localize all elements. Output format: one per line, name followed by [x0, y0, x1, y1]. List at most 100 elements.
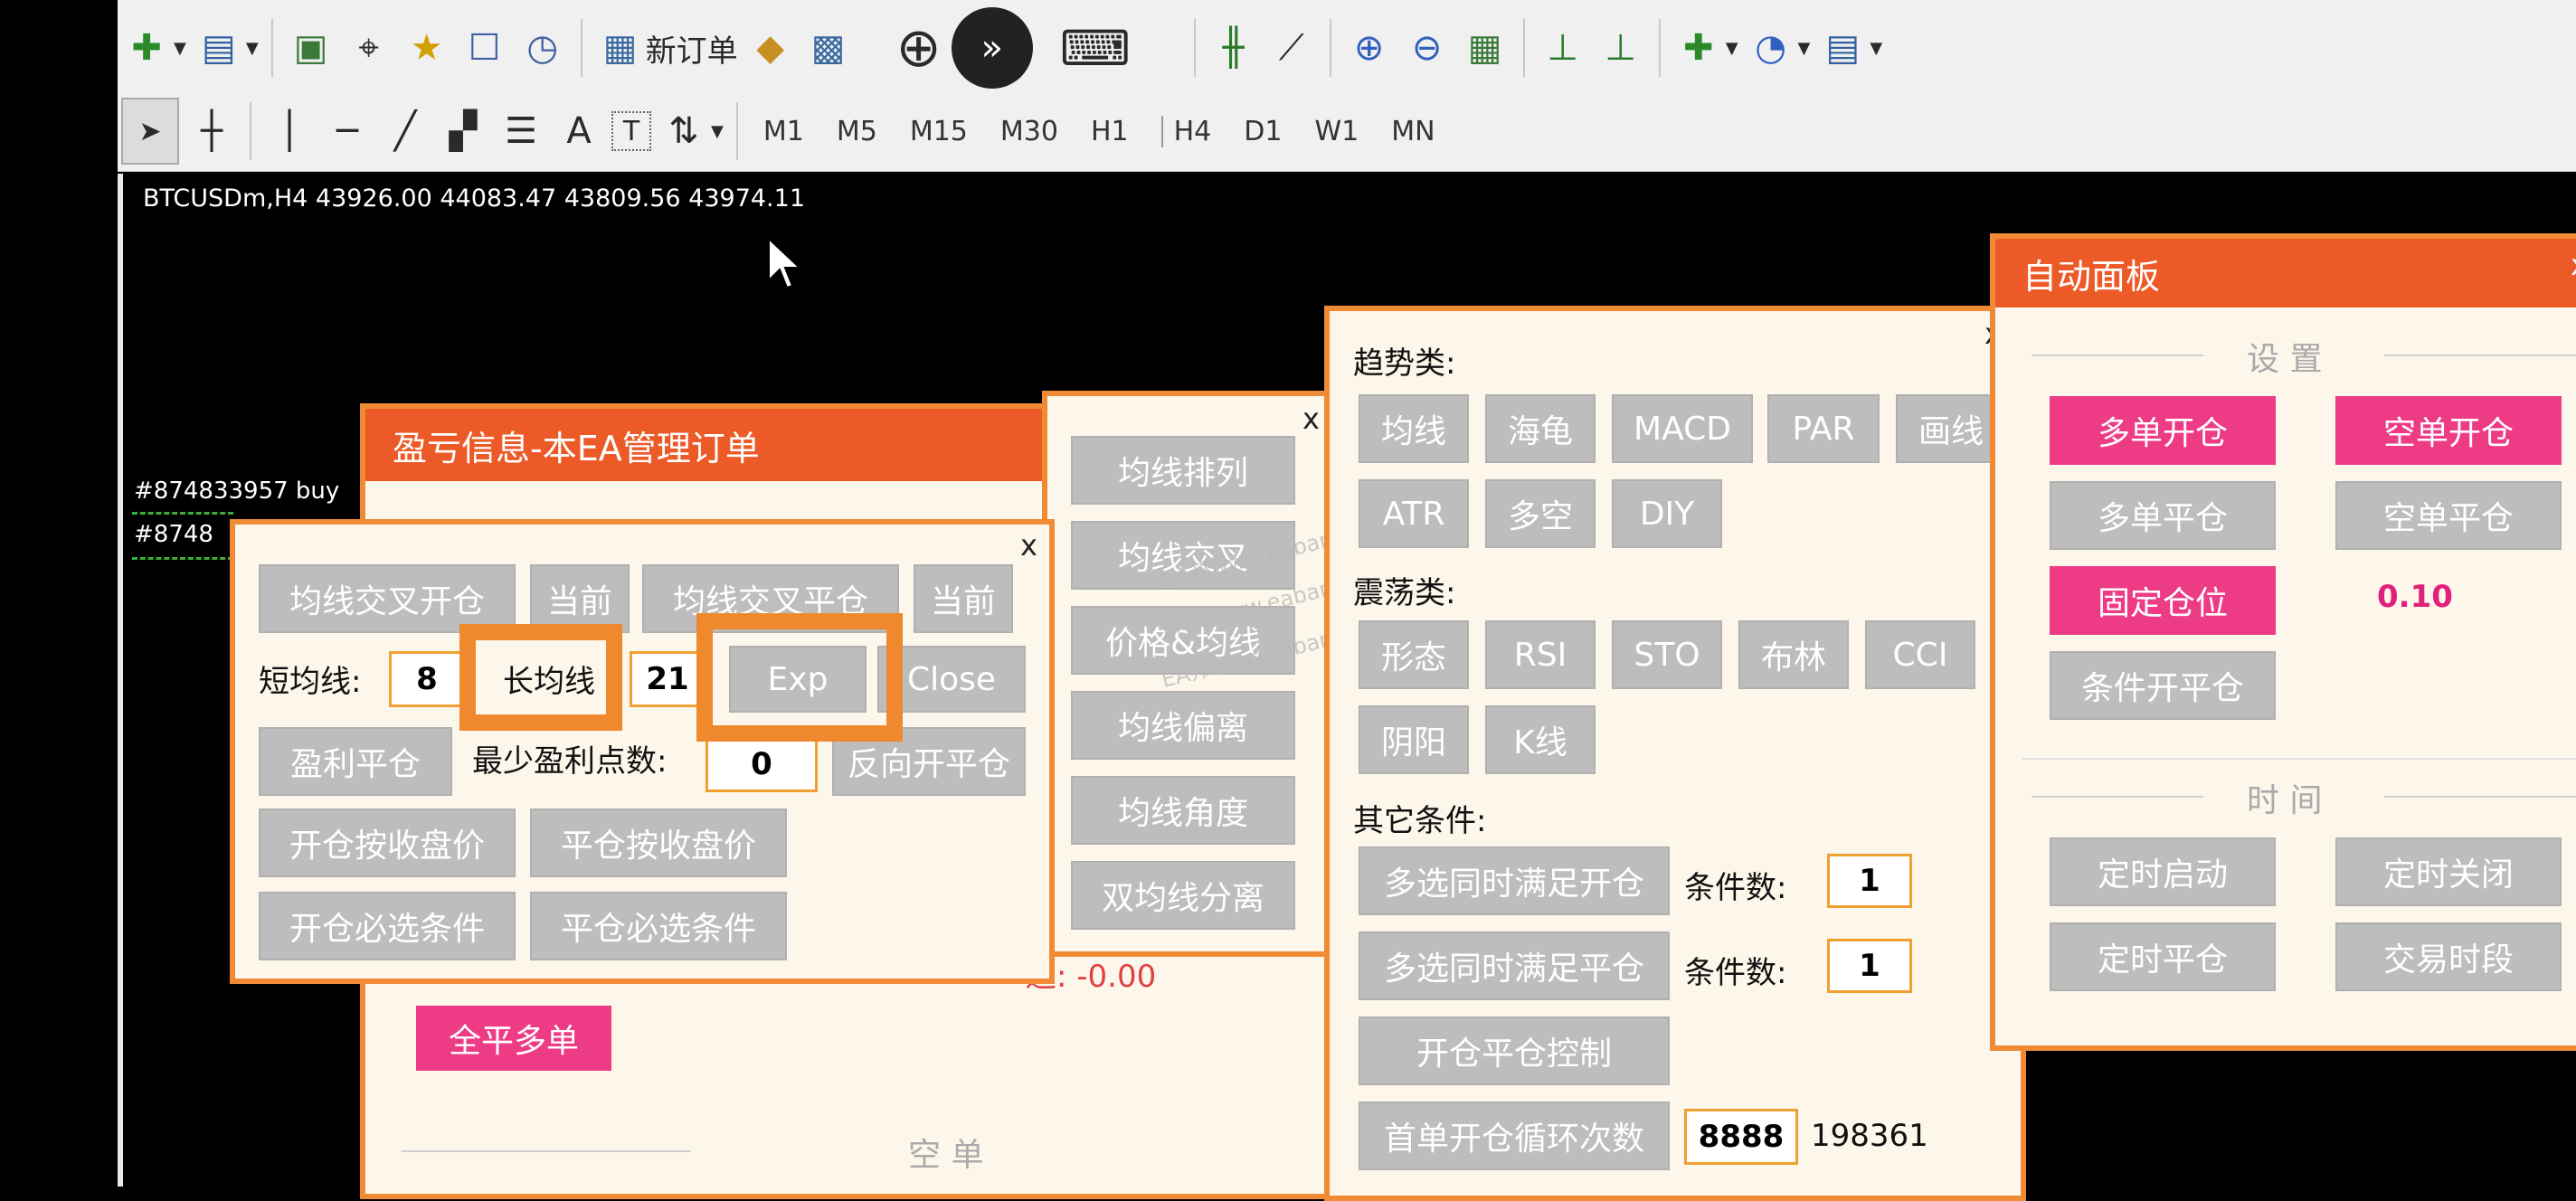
timeframe-m15[interactable]: M15: [910, 116, 968, 147]
market-watch-button[interactable]: ▣: [286, 16, 336, 80]
tile-windows-button[interactable]: ▦: [1460, 16, 1511, 80]
timer-close-button[interactable]: 定时平仓: [2050, 922, 2276, 991]
auto-panel-close-button[interactable]: x: [2571, 248, 2576, 282]
timeframe-m1[interactable]: M1: [763, 116, 804, 147]
open-required-condition-button[interactable]: 开仓必选条件: [259, 892, 516, 960]
trading-session-button[interactable]: 交易时段: [2335, 922, 2562, 991]
trend-atr-button[interactable]: ATR: [1359, 479, 1469, 548]
toolbar-separator: [1658, 19, 1661, 77]
zoom-overlay-button[interactable]: ⊕: [894, 16, 944, 80]
autoscroll-button[interactable]: ⊥: [1596, 16, 1646, 80]
ma-arrangement-button[interactable]: 均线排列: [1071, 436, 1295, 505]
timeframe-d1[interactable]: D1: [1244, 116, 1282, 147]
buy-close-button[interactable]: 多单平仓: [2050, 481, 2276, 550]
first-order-loop-button[interactable]: 首单开仓循环次数: [1359, 1102, 1670, 1170]
periods-button[interactable]: ◔ ▼: [1746, 16, 1811, 80]
ma-deviation-button[interactable]: 均线偏离: [1071, 691, 1295, 760]
dropdown-arrow-icon[interactable]: ▼: [1798, 39, 1811, 58]
osc-yinyang-button[interactable]: 阴阳: [1359, 705, 1469, 774]
sell-open-button[interactable]: 空单开仓: [2335, 396, 2562, 465]
ma-panel-close-button[interactable]: x: [1302, 402, 1320, 436]
trend-macd-button[interactable]: MACD: [1612, 394, 1753, 463]
fixed-lot-button[interactable]: 固定仓位: [2050, 566, 2276, 635]
crosshair-tool-button[interactable]: ┼: [186, 99, 237, 163]
timeframe-h1[interactable]: H1: [1091, 116, 1129, 147]
ma-angle-button[interactable]: 均线角度: [1071, 776, 1295, 845]
metaeditor-button[interactable]: ▩: [803, 16, 854, 80]
conditional-open-close-button[interactable]: 条件开平仓: [2050, 651, 2276, 720]
trend-ma-button[interactable]: 均线: [1359, 394, 1469, 463]
bar-chart-button[interactable]: ╫: [1208, 16, 1259, 80]
ma-cross-open-button[interactable]: 均线交叉开仓: [259, 564, 516, 633]
keyboard-overlay-button[interactable]: ⌨: [1055, 16, 1136, 80]
expert-advisors-button[interactable]: ◆: [745, 16, 796, 80]
trend-turtle-button[interactable]: 海龟: [1485, 394, 1596, 463]
remote-overlay-button[interactable]: »: [951, 7, 1033, 89]
cross-panel-close-button[interactable]: x: [1020, 528, 1037, 563]
timeframe-w1[interactable]: W1: [1314, 116, 1359, 147]
line-chart-button[interactable]: ⟋: [1266, 16, 1317, 80]
loop-count-input[interactable]: 8888: [1684, 1109, 1798, 1165]
sell-close-button[interactable]: 空单平仓: [2335, 481, 2562, 550]
dropdown-arrow-icon[interactable]: ▼: [711, 122, 724, 141]
profiles-button[interactable]: ▤ ▼: [194, 16, 259, 80]
trendline-button[interactable]: ╱: [380, 99, 431, 163]
terminal-button[interactable]: ☐: [459, 16, 510, 80]
zoom-in-button[interactable]: ⊕: [1344, 16, 1395, 80]
fibonacci-button[interactable]: ☰: [496, 99, 546, 163]
trend-longshort-button[interactable]: 多空: [1485, 479, 1596, 548]
text-button[interactable]: A: [554, 99, 604, 163]
vertical-line-button[interactable]: │: [264, 99, 315, 163]
condition-count-input-2[interactable]: 1: [1827, 939, 1912, 993]
text-label-button[interactable]: T: [611, 99, 651, 163]
open-close-control-button[interactable]: 开仓平仓控制: [1359, 1017, 1670, 1085]
trend-par-button[interactable]: PAR: [1767, 394, 1880, 463]
current-button-2[interactable]: 当前: [914, 564, 1013, 633]
timeframe-mn[interactable]: MN: [1391, 116, 1435, 147]
osc-rsi-button[interactable]: RSI: [1485, 620, 1596, 689]
new-order-button[interactable]: ▦ 新订单: [595, 16, 738, 80]
timeframe-h4[interactable]: H4: [1160, 115, 1211, 147]
templates-button[interactable]: ▤ ▼: [1817, 16, 1882, 80]
long-ma-input[interactable]: 21: [630, 651, 706, 707]
min-profit-input[interactable]: 0: [706, 736, 818, 792]
short-ma-input[interactable]: 8: [389, 651, 465, 707]
multi-close-button[interactable]: 多选同时满足平仓: [1359, 931, 1670, 1000]
horizontal-line-button[interactable]: ─: [322, 99, 373, 163]
close-required-condition-button[interactable]: 平仓必选条件: [530, 892, 787, 960]
cursor-tool-button[interactable]: ➤: [121, 98, 179, 165]
dropdown-arrow-icon[interactable]: ▼: [246, 39, 259, 58]
osc-pattern-button[interactable]: 形态: [1359, 620, 1469, 689]
osc-kline-button[interactable]: K线: [1485, 705, 1596, 774]
osc-cci-button[interactable]: CCI: [1865, 620, 1975, 689]
timer-stop-button[interactable]: 定时关闭: [2335, 837, 2562, 906]
buy-open-button[interactable]: 多单开仓: [2050, 396, 2276, 465]
condition-count-input-1[interactable]: 1: [1827, 854, 1912, 908]
equidistant-channel-button[interactable]: ▞: [438, 99, 488, 163]
chart-shift-button[interactable]: ⊥: [1538, 16, 1588, 80]
close-by-close-price-button[interactable]: 平仓按收盘价: [530, 809, 787, 877]
navigator-button[interactable]: ★: [402, 16, 452, 80]
current-button-1[interactable]: 当前: [530, 564, 630, 633]
timeframe-m30[interactable]: M30: [1000, 116, 1058, 147]
dropdown-arrow-icon[interactable]: ▼: [1726, 39, 1738, 58]
profit-close-button[interactable]: 盈利平仓: [259, 727, 452, 796]
dropdown-arrow-icon[interactable]: ▼: [1870, 39, 1882, 58]
dual-ma-separation-button[interactable]: 双均线分离: [1071, 861, 1295, 930]
open-by-close-price-button[interactable]: 开仓按收盘价: [259, 809, 516, 877]
close-all-buy-button[interactable]: 全平多单: [416, 1006, 611, 1071]
timeframe-m5[interactable]: M5: [837, 116, 877, 147]
timer-start-button[interactable]: 定时启动: [2050, 837, 2276, 906]
trend-diy-button[interactable]: DIY: [1612, 479, 1722, 548]
new-chart-button[interactable]: ✚ ▼: [121, 16, 186, 80]
loop-extra-value: 198361: [1811, 1118, 1928, 1154]
osc-sto-button[interactable]: STO: [1612, 620, 1722, 689]
strategy-tester-button[interactable]: ◷: [517, 16, 568, 80]
arrows-button[interactable]: ⇅ ▼: [658, 99, 724, 163]
dropdown-arrow-icon[interactable]: ▼: [174, 39, 186, 58]
indicators-button[interactable]: ✚ ▼: [1673, 16, 1738, 80]
crosshair-button[interactable]: ⌖: [344, 16, 394, 80]
multi-open-button[interactable]: 多选同时满足开仓: [1359, 846, 1670, 915]
osc-bollinger-button[interactable]: 布林: [1738, 620, 1849, 689]
zoom-out-button[interactable]: ⊖: [1402, 16, 1453, 80]
